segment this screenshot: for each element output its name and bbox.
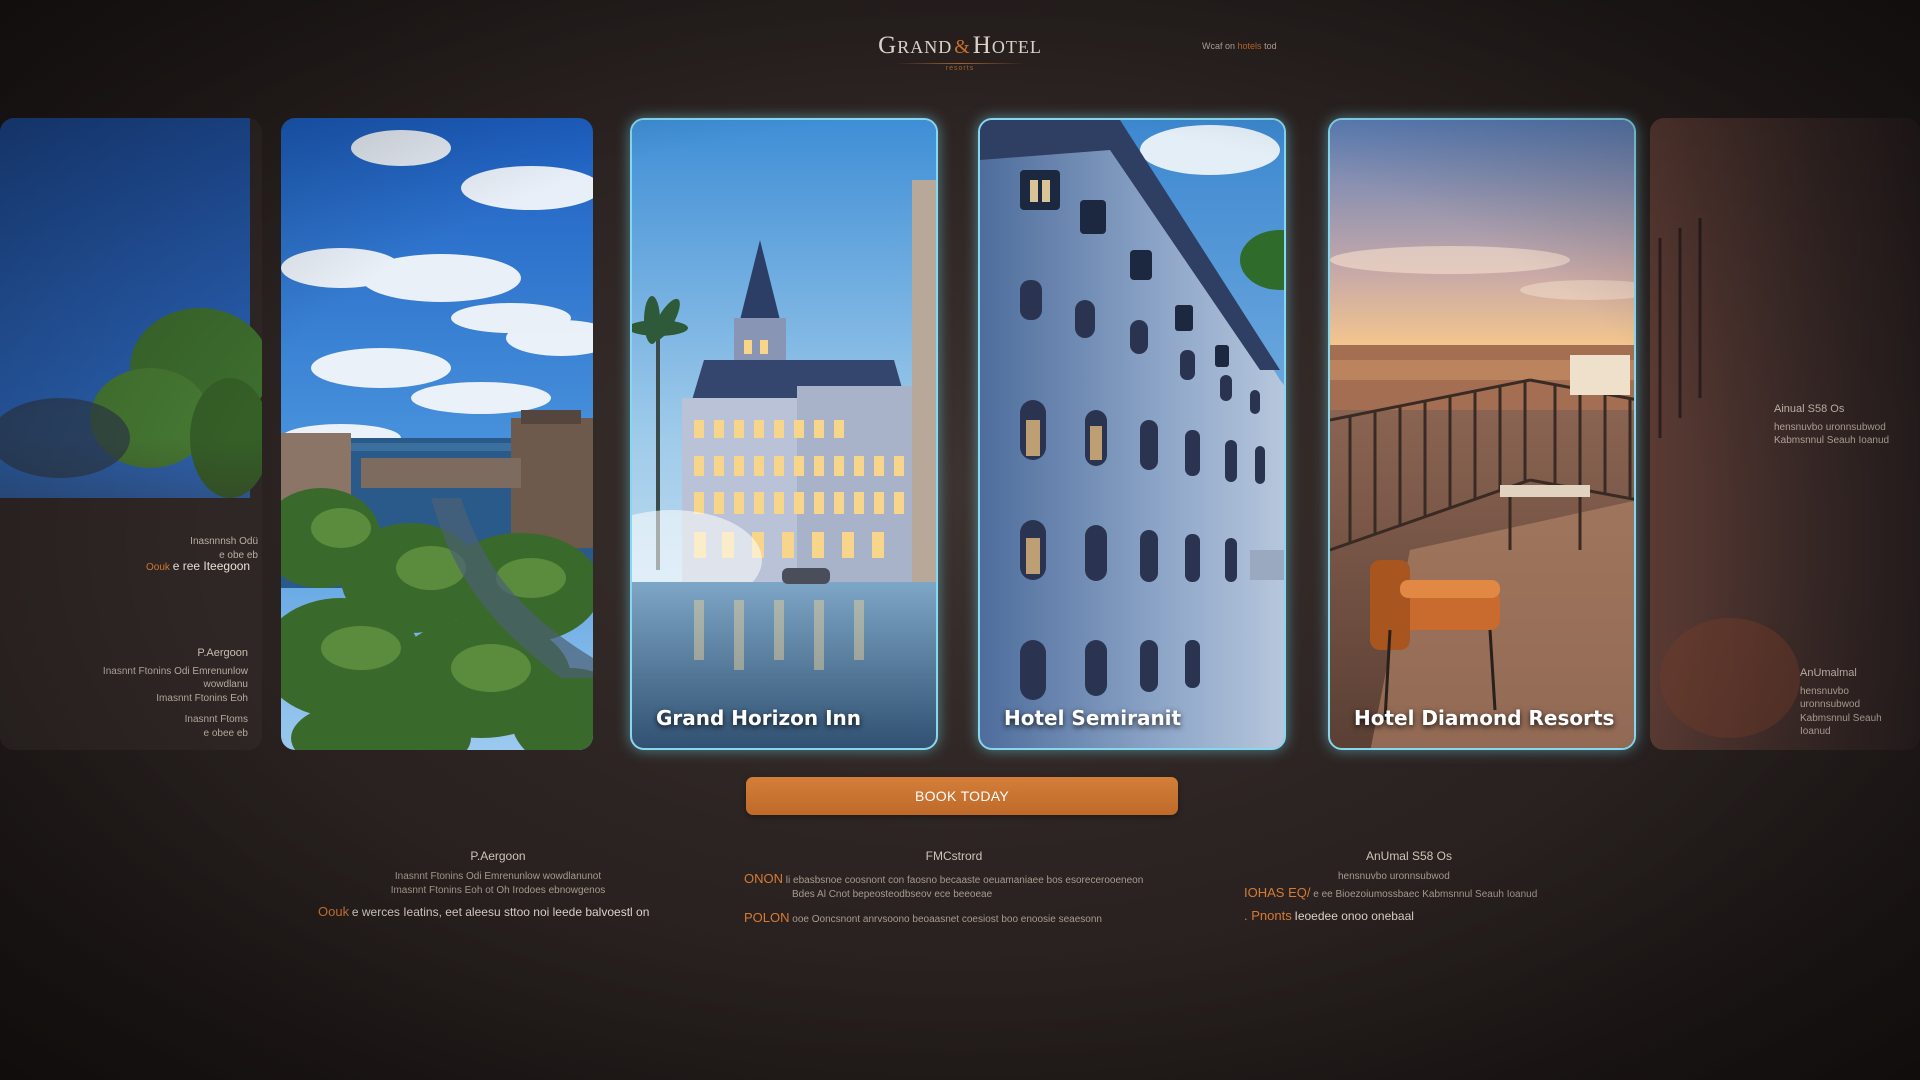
info-text: ooe Ooncsnont anrvsoono beoaasnet coesio… [792,914,1102,926]
logo-underline [895,63,1025,64]
info-text: Ieoedee onoo onebaal [1294,909,1414,924]
left-panel-line: Imasnnt Ftonins Eoh [156,692,248,704]
right-panel-block-2: AnUmalmal hensnuvbo uronnsubwod Kabmsnnu… [1800,666,1910,739]
info-accent: ONON [744,871,783,887]
info-line: Kabmsnnul Seauh Ioanud [1422,888,1538,900]
info-text: e werces Ieatins, eet aleesu sttoo noi l… [351,905,650,920]
right-panel-line: hensnuvbo uronnsubwod [1774,421,1886,433]
info-accent: IOHAS EQ/ [1244,884,1311,900]
info-text: e ee Bioezoiumossbaec [1313,888,1420,900]
grand-horizon-photo [632,120,936,748]
logo-subtitle: resorts [945,65,975,72]
info-heading: FMCstrord [925,849,983,863]
hotel-logo[interactable]: Grand &Hotel resorts [860,32,1060,72]
info-accent: Oouk [318,904,350,920]
card-title: Hotel Semiranit [1004,706,1182,730]
right-panel-heading: AnUmalmal [1800,667,1857,679]
left-panel-line: Inasnnt Ftonins Odi Emrenunlow wowdlanu [102,665,248,691]
info-column-1: P.Aergoon Inasnnt Ftonins Odi Emrenunlow… [318,848,678,921]
info-accent: POLON [744,910,790,926]
left-panel-heading: P.Aergoon [197,647,248,659]
hotel-diamond-photo [1330,120,1634,748]
info-column-3: AnUmal S58 Os hensnuvbo uronnsubwod IOHA… [1244,848,1574,925]
hotel-card-hotel-diamond-resorts[interactable]: Hotel Diamond Resorts [1328,118,1636,750]
card-title: Grand Horizon Inn [656,706,861,730]
info-text: Bdes Al Cnot bepeosteodbseov ece beeoeae [792,888,993,900]
book-today-button[interactable]: BOOK TODAY [746,777,1178,815]
card-title: Hotel Diamond Resorts [1354,706,1615,730]
right-panel-line: Kabmsnnul Seauh Ioanud [1774,435,1890,447]
left-panel-tag: Oouk e ree Iteegoon [146,559,251,573]
right-panel-line: hensnuvbo uronnsubwod [1800,685,1861,711]
right-panel-heading: Ainual S58 Os [1774,403,1845,415]
info-line: Inasnnt Ftonins Odi Emrenunlow wowdlanun… [394,871,602,883]
left-panel-line: Inasnnt Ftoms [184,714,248,726]
info-line: Imasnnt Ftonins Eoh ot Oh Irodoes ebnowg… [390,884,606,896]
left-small-line: Inasnnnsh Odü [190,536,258,547]
hotel-card-grand-horizon-inn[interactable]: Grand Horizon Inn [630,118,938,750]
info-heading: P.Aergoon [470,849,526,863]
right-panel-block-1: Ainual S58 Os hensnuvbo uronnsubwod Kabm… [1774,402,1894,448]
info-line: hensnuvbo uronnsubwod [1338,871,1450,883]
left-panel-line: e obee eb [203,727,249,739]
info-heading: AnUmal S58 Os [1365,849,1453,863]
hotel-card-park-view[interactable] [281,118,593,750]
park-view-photo [281,118,593,750]
right-panel-line: Kabmsnnul Seauh Ioanud [1800,712,1882,738]
info-text: li ebasbsnoe coosnont con faosno becaast… [785,875,1144,887]
logo-wordmark: Grand &Hotel [878,32,1042,59]
info-column-2: FMCstrord ONON li ebasbsnoe coosnont con… [744,848,1164,927]
info-accent: . Pnonts [1244,908,1292,924]
left-panel-block: P.Aergoon Inasnnt Ftonins Odi Emrenunlow… [90,646,248,740]
hotel-card-hotel-semiranit[interactable]: Hotel Semiranit [978,118,1286,750]
hotel-semiranit-photo [980,120,1284,748]
header-note: Wcaf on hotels tod [1202,41,1277,51]
